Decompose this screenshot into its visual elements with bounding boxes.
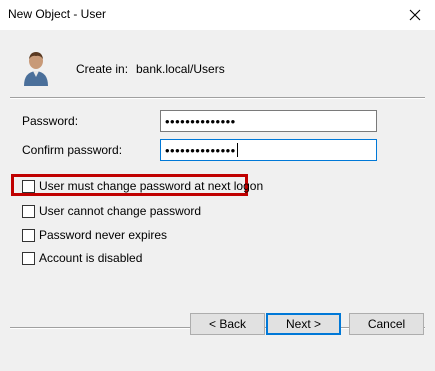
checkbox[interactable] [22, 228, 35, 242]
next-button[interactable]: Next > [266, 313, 341, 335]
confirm-password-value: •••••••••••••• [165, 142, 236, 158]
option-label: Account is disabled [39, 251, 143, 265]
option-label: User cannot change password [39, 204, 202, 218]
window-title: New Object - User [8, 7, 107, 21]
checkbox[interactable] [22, 204, 35, 218]
confirm-password-field[interactable]: •••••••••••••• [160, 139, 377, 161]
option-cannot-change-password[interactable]: User cannot change password [22, 204, 201, 218]
option-label: User must change password at next logon [39, 179, 264, 193]
option-password-never-expires[interactable]: Password never expires [22, 228, 167, 242]
checkbox[interactable] [22, 251, 35, 265]
close-button[interactable] [395, 0, 435, 30]
password-label: Password: [22, 114, 79, 128]
password-field[interactable]: •••••••••••••• [160, 110, 377, 132]
title-bar: New Object - User [0, 0, 435, 30]
option-account-disabled[interactable]: Account is disabled [22, 251, 142, 265]
confirm-password-label: Confirm password: [22, 143, 123, 157]
option-label: Password never expires [39, 228, 168, 242]
create-in-label: Create in: [76, 62, 129, 76]
checkbox[interactable] [22, 179, 35, 193]
text-caret [236, 143, 238, 157]
password-value: •••••••••••••• [165, 113, 236, 129]
user-icon [24, 52, 48, 86]
create-in-value: bank.local/Users [136, 62, 225, 76]
option-must-change-password[interactable]: User must change password at next logon [22, 179, 263, 193]
close-icon [409, 9, 421, 21]
separator-top [10, 97, 425, 99]
cancel-button[interactable]: Cancel [349, 313, 424, 335]
back-button[interactable]: < Back [190, 313, 265, 335]
